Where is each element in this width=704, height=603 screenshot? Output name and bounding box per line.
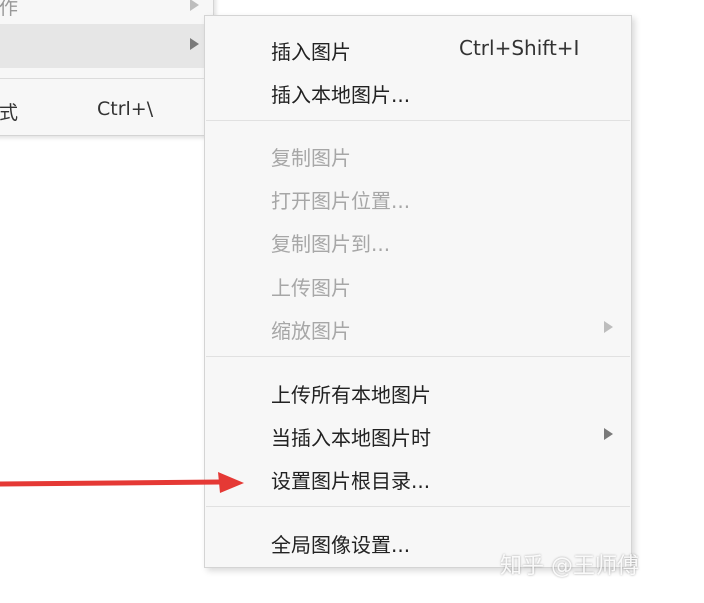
submenu-arrow-icon <box>190 0 199 11</box>
menu-item-label: 复制图片 <box>271 146 351 170</box>
watermark-text: 知乎 @王师傅 <box>500 554 639 579</box>
parent-menu-item-partial[interactable]: 作 <box>0 0 213 19</box>
menu-item-zoom-image[interactable]: 缩放图片 <box>205 307 631 347</box>
menu-item-label: 上传图片 <box>271 276 351 300</box>
menu-item-upload-all-local-images[interactable]: 上传所有本地图片 <box>205 371 631 411</box>
red-arrow-annotation-icon <box>0 472 244 493</box>
menu-item-set-image-root-dir[interactable]: 设置图片根目录... <box>205 457 631 497</box>
menu-item-label: 插入图片 <box>271 40 351 64</box>
parent-menu-item-clear-format[interactable]: 式 Ctrl+\ <box>0 89 213 129</box>
submenu-arrow-icon <box>604 428 613 440</box>
parent-menu-item-shortcut: Ctrl+\ <box>97 98 154 120</box>
menu-item-copy-image-to[interactable]: 复制图片到... <box>205 220 631 260</box>
menu-item-label: 当插入本地图片时 <box>271 426 431 450</box>
submenu-arrow-icon <box>604 321 613 333</box>
menu-item-copy-image[interactable]: 复制图片 <box>205 134 631 174</box>
menu-item-shortcut: Ctrl+Shift+I <box>459 36 580 60</box>
menu-separator <box>206 120 630 121</box>
menu-separator <box>206 506 630 507</box>
menu-separator <box>206 356 630 357</box>
menu-item-label: 设置图片根目录... <box>271 469 431 493</box>
menu-separator <box>0 78 213 79</box>
submenu-arrow-icon <box>190 38 199 50</box>
parent-menu-item-image-highlighted[interactable] <box>0 24 213 68</box>
menu-item-when-inserting-local-image[interactable]: 当插入本地图片时 <box>205 414 631 454</box>
menu-item-label: 打开图片位置... <box>271 189 411 213</box>
menu-item-label: 插入本地图片... <box>271 83 411 107</box>
menu-item-upload-image[interactable]: 上传图片 <box>205 264 631 304</box>
menu-item-label: 复制图片到... <box>271 232 391 256</box>
menu-item-label: 上传所有本地图片 <box>271 383 431 407</box>
parent-menu-item-label: 作 <box>0 0 19 19</box>
menu-item-insert-local-image[interactable]: 插入本地图片... <box>205 71 631 111</box>
menu-item-label: 缩放图片 <box>271 319 351 343</box>
menu-item-label: 全局图像设置... <box>271 533 411 557</box>
menu-item-open-image-location[interactable]: 打开图片位置... <box>205 177 631 217</box>
parent-menu-item-label: 式 <box>0 102 19 124</box>
menu-item-insert-image[interactable]: 插入图片 Ctrl+Shift+I <box>205 28 631 68</box>
image-submenu: 插入图片 Ctrl+Shift+I 插入本地图片... 复制图片 打开图片位置.… <box>204 15 632 568</box>
parent-context-menu: 作 式 Ctrl+\ <box>0 0 214 136</box>
screenshot-stage: 作 式 Ctrl+\ 插入图片 Ctrl+Shift+I 插入本地图片... 复… <box>0 0 704 603</box>
